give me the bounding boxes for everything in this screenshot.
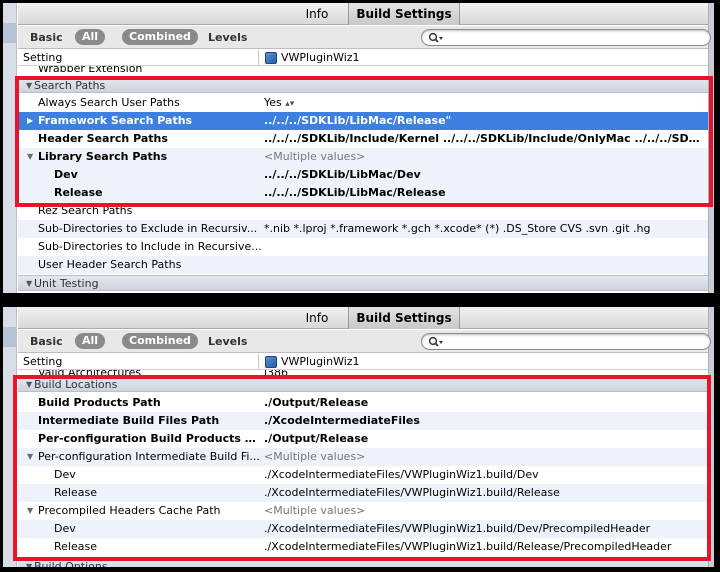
- search-icon[interactable]: [428, 336, 444, 348]
- group-unit-testing[interactable]: ▼ Unit Testing: [18, 275, 708, 291]
- setting-row-framework-search[interactable]: ▶ Framework Search Paths ../../../SDKLib…: [18, 112, 708, 130]
- build-settings-panel-bottom: Info Build Settings Basic All Combined L…: [3, 307, 714, 567]
- setting-row-per-config-intermediate[interactable]: ▼ Per-configuration Intermediate Build F…: [18, 448, 708, 466]
- disclosure-open-icon[interactable]: ▼: [26, 78, 32, 94]
- left-sidebar-strip: [3, 307, 17, 567]
- setting-row-precompiled-headers[interactable]: ▼ Precompiled Headers Cache Path <Multip…: [18, 502, 708, 520]
- setting-row-intermediate-build[interactable]: Intermediate Build Files Path ./XcodeInt…: [18, 412, 708, 430]
- setting-row-always-search[interactable]: Always Search User Paths Yes ▴▾: [18, 94, 708, 112]
- project-icon: [265, 51, 277, 64]
- setting-row-exclude-recursive[interactable]: Sub-Directories to Exclude in Recursiv..…: [18, 220, 708, 238]
- setting-row-wrapper-extension[interactable]: Wrapper Extension: [18, 66, 708, 75]
- setting-row-pch-dev[interactable]: Dev ./XcodeIntermediateFiles/VWPluginWiz…: [18, 520, 708, 538]
- setting-row-intermediate-release[interactable]: Release ./XcodeIntermediateFiles/VWPlugi…: [18, 484, 708, 502]
- setting-row-pch-release[interactable]: Release ./XcodeIntermediateFiles/VWPlugi…: [18, 538, 708, 556]
- disclosure-closed-icon[interactable]: ▶: [27, 112, 33, 130]
- group-search-paths[interactable]: ▼ Search Paths: [18, 77, 708, 93]
- tab-info[interactable]: Info: [286, 3, 348, 25]
- settings-toolbar: Basic All Combined Levels: [18, 26, 711, 49]
- setting-row-per-config-products[interactable]: Per-configuration Build Products Path ./…: [18, 430, 708, 448]
- tab-bar: Info Build Settings: [18, 307, 708, 329]
- levels-button[interactable]: Levels: [208, 335, 247, 348]
- stepper-icon[interactable]: ▴▾: [285, 99, 294, 109]
- setting-row-library-search[interactable]: ▼ Library Search Paths <Multiple values>: [18, 148, 708, 166]
- setting-row-header-search[interactable]: Header Search Paths ../../../SDKLib/Incl…: [18, 130, 708, 148]
- all-button[interactable]: All: [75, 29, 106, 45]
- disclosure-open-icon[interactable]: ▼: [26, 276, 32, 292]
- column-header: Setting VWPluginWiz1: [18, 354, 708, 370]
- combined-button[interactable]: Combined: [122, 333, 198, 349]
- setting-row-include-recursive[interactable]: Sub-Directories to Include in Recursive.…: [18, 238, 708, 256]
- disclosure-open-icon[interactable]: ▼: [27, 502, 33, 520]
- setting-row-library-release[interactable]: Release ../../../SDKLib/LibMac/Release: [18, 184, 708, 202]
- setting-column-header[interactable]: Setting: [23, 355, 62, 368]
- tab-build-settings[interactable]: Build Settings: [348, 307, 460, 329]
- disclosure-open-icon[interactable]: ▼: [27, 148, 33, 166]
- setting-row-intermediate-dev[interactable]: Dev ./XcodeIntermediateFiles/VWPluginWiz…: [18, 466, 708, 484]
- setting-row-build-products[interactable]: Build Products Path ./Output/Release: [18, 394, 708, 412]
- basic-button[interactable]: Basic: [30, 31, 63, 44]
- setting-row-library-dev[interactable]: Dev ../../../SDKLib/LibMac/Dev: [18, 166, 708, 184]
- project-column-header[interactable]: VWPluginWiz1: [265, 355, 360, 368]
- tab-build-settings[interactable]: Build Settings: [348, 3, 460, 25]
- scrollbar[interactable]: [708, 3, 714, 293]
- setting-column-header[interactable]: Setting: [23, 51, 62, 64]
- setting-row-rez-search[interactable]: Rez Search Paths: [18, 202, 708, 220]
- tab-info[interactable]: Info: [286, 307, 348, 329]
- project-column-header[interactable]: VWPluginWiz1: [265, 51, 360, 64]
- group-build-options[interactable]: ▼ Build Options: [18, 558, 708, 567]
- column-header: Setting VWPluginWiz1: [18, 50, 708, 66]
- disclosure-open-icon[interactable]: ▼: [26, 559, 32, 567]
- group-build-locations[interactable]: ▼ Build Locations: [18, 376, 708, 392]
- all-button[interactable]: All: [75, 333, 106, 349]
- left-sidebar-strip: [3, 3, 17, 293]
- search-input[interactable]: [421, 29, 711, 46]
- settings-toolbar: Basic All Combined Levels: [18, 330, 711, 353]
- search-input[interactable]: [421, 333, 711, 350]
- setting-row-user-header-search[interactable]: User Header Search Paths: [18, 256, 708, 274]
- levels-button[interactable]: Levels: [208, 31, 247, 44]
- search-icon[interactable]: [428, 32, 444, 44]
- disclosure-open-icon[interactable]: ▼: [27, 448, 33, 466]
- project-icon: [265, 355, 277, 368]
- tab-bar: Info Build Settings: [18, 3, 708, 25]
- combined-button[interactable]: Combined: [122, 29, 198, 45]
- disclosure-open-icon[interactable]: ▼: [26, 377, 32, 393]
- build-settings-panel-top: Info Build Settings Basic All Combined L…: [3, 3, 714, 293]
- basic-button[interactable]: Basic: [30, 335, 63, 348]
